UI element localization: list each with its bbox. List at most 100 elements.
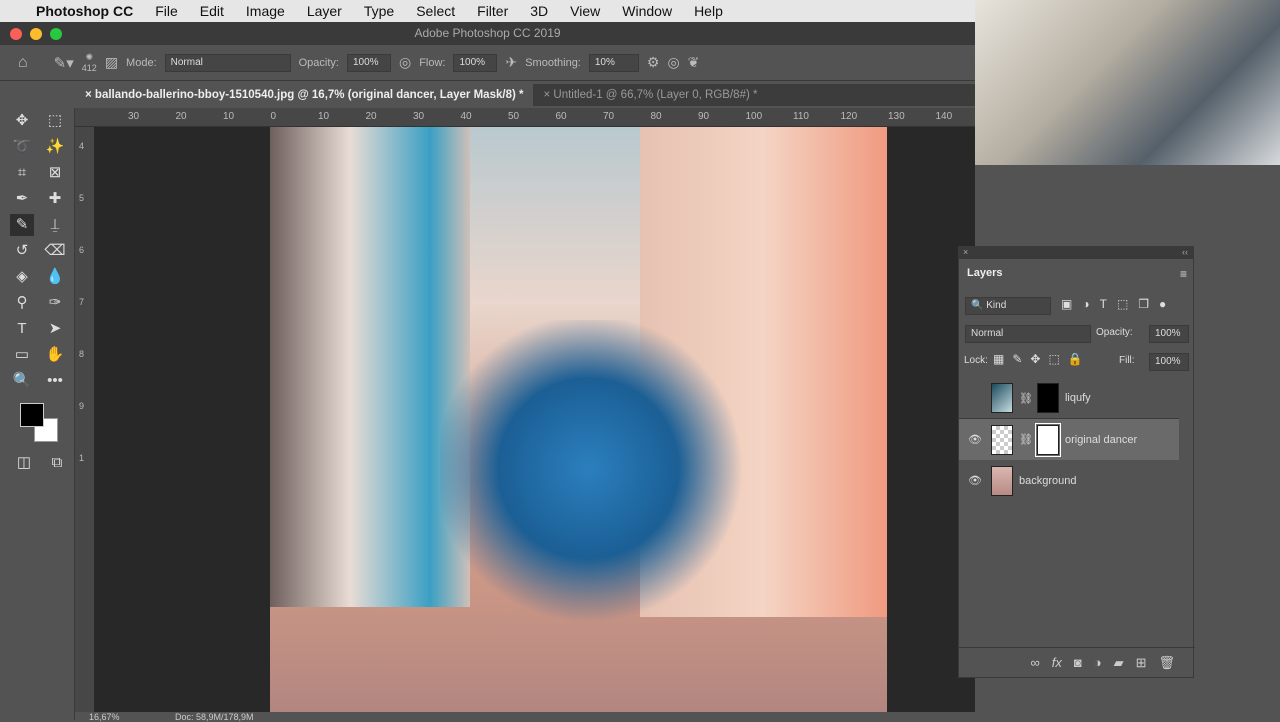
- menu-window[interactable]: Window: [622, 3, 672, 19]
- image-dancer: [440, 320, 770, 650]
- layer-opacity-field[interactable]: 100%: [1149, 325, 1189, 343]
- foreground-color-swatch[interactable]: [20, 403, 44, 427]
- eye-icon[interactable]: 👁: [959, 433, 991, 446]
- menu-image[interactable]: Image: [246, 3, 285, 19]
- mode-select[interactable]: Normal: [164, 53, 291, 72]
- adjustment-layer-icon[interactable]: ◑: [1094, 655, 1102, 670]
- magic-wand-tool-icon[interactable]: ✨: [43, 136, 67, 158]
- fill-field[interactable]: 100%: [1149, 353, 1189, 371]
- trash-icon[interactable]: 🗑: [1158, 655, 1175, 671]
- lock-pixels-icon[interactable]: ✎: [1012, 352, 1030, 366]
- paint-bucket-tool-icon[interactable]: ◈: [10, 266, 34, 288]
- close-tab-icon[interactable]: ×: [543, 89, 553, 101]
- opacity-label: Opacity:: [1096, 327, 1133, 338]
- link-icon[interactable]: ⛓: [1019, 433, 1033, 446]
- link-icon[interactable]: ⛓: [1019, 392, 1033, 405]
- crop-tool-icon[interactable]: ⌗: [10, 162, 34, 184]
- menu-edit[interactable]: Edit: [200, 3, 224, 19]
- minimize-window-button[interactable]: [30, 28, 42, 40]
- smoothing-field[interactable]: 10%: [588, 53, 639, 72]
- healing-brush-tool-icon[interactable]: ✚: [43, 188, 67, 210]
- filter-toggle-icon[interactable]: ●: [1159, 297, 1176, 311]
- collapse-panel-icon[interactable]: ‹‹: [1182, 247, 1188, 257]
- adjustment-filter-icon[interactable]: ◑: [1082, 297, 1099, 311]
- layer-name: liqufy: [1064, 392, 1091, 404]
- menu-3d[interactable]: 3D: [530, 3, 548, 19]
- type-filter-icon[interactable]: T: [1100, 297, 1117, 311]
- menu-app[interactable]: Photoshop CC: [36, 3, 133, 19]
- screen-mode-icon[interactable]: ⧉: [45, 452, 69, 474]
- menu-filter[interactable]: Filter: [477, 3, 508, 19]
- marquee-tool-icon[interactable]: ⬚: [43, 110, 67, 132]
- quick-mask-icon[interactable]: ◫: [12, 452, 36, 474]
- gear-icon[interactable]: ⚙: [647, 54, 660, 71]
- dodge-tool-icon[interactable]: ⚲: [10, 292, 34, 314]
- flow-field[interactable]: 100%: [453, 53, 498, 72]
- airbrush-icon[interactable]: ✈: [505, 54, 517, 71]
- rectangle-tool-icon[interactable]: ▭: [10, 344, 34, 366]
- lock-all-icon[interactable]: 🔒: [1068, 352, 1091, 366]
- menu-layer[interactable]: Layer: [307, 3, 342, 19]
- more-tools-icon[interactable]: •••: [43, 370, 67, 392]
- move-tool-icon[interactable]: ✥: [10, 110, 34, 132]
- close-window-button[interactable]: [10, 28, 22, 40]
- brush-tool-icon[interactable]: ✎▾: [54, 54, 74, 72]
- filter-icons: ▣◑T⬚❐●: [1061, 297, 1176, 311]
- eraser-tool-icon[interactable]: ⌫: [43, 240, 67, 262]
- zoom-window-button[interactable]: [50, 28, 62, 40]
- close-tab-icon[interactable]: ×: [85, 89, 95, 101]
- blur-tool-icon[interactable]: 💧: [43, 266, 67, 288]
- lock-position-icon[interactable]: ✥: [1030, 352, 1048, 366]
- frame-tool-icon[interactable]: ⊠: [43, 162, 67, 184]
- filter-kind-select[interactable]: 🔍 Kind: [965, 297, 1051, 315]
- add-mask-icon[interactable]: ◙: [1074, 655, 1082, 670]
- menu-help[interactable]: Help: [694, 3, 723, 19]
- pen-tool-icon[interactable]: ✑: [43, 292, 67, 314]
- pressure-opacity-icon[interactable]: ◎: [399, 54, 411, 71]
- eye-icon[interactable]: 👁: [959, 474, 991, 487]
- tab-ballando[interactable]: × ballando-ballerino-bboy-1510540.jpg @ …: [75, 84, 534, 106]
- image-filter-icon[interactable]: ▣: [1061, 297, 1082, 311]
- lasso-tool-icon[interactable]: ➰: [10, 136, 34, 158]
- shape-filter-icon[interactable]: ⬚: [1117, 297, 1138, 311]
- symmetry-icon[interactable]: ❦: [688, 54, 700, 71]
- layer-row-background[interactable]: 👁 background: [959, 460, 1179, 501]
- ruler-label: 60: [555, 111, 567, 122]
- zoom-tool-icon[interactable]: 🔍: [10, 370, 34, 392]
- path-select-tool-icon[interactable]: ➤: [43, 318, 67, 340]
- layer-mask-thumbnail[interactable]: [1036, 383, 1059, 413]
- tab-label: ballando-ballerino-bboy-1510540.jpg @ 16…: [94, 89, 524, 101]
- layer-row-liqufy[interactable]: ⛓ liqufy: [959, 378, 1179, 419]
- stamp-tool-icon[interactable]: ⍊: [43, 214, 67, 236]
- history-brush-tool-icon[interactable]: ↺: [10, 240, 34, 262]
- menu-select[interactable]: Select: [416, 3, 455, 19]
- menu-file[interactable]: File: [155, 3, 178, 19]
- layer-row-original-dancer[interactable]: 👁 ⛓ original dancer: [959, 419, 1179, 460]
- smart-object-filter-icon[interactable]: ❐: [1138, 297, 1159, 311]
- vertical-ruler: 4 5 6 7 8 9 1: [75, 127, 94, 712]
- pressure-size-icon[interactable]: ◎: [667, 54, 679, 71]
- layer-mask-thumbnail[interactable]: [1034, 422, 1061, 457]
- tab-untitled-1[interactable]: × Untitled-1 @ 66,7% (Layer 0, RGB/8#) *: [533, 84, 767, 106]
- link-layers-icon[interactable]: ∞: [1030, 655, 1039, 670]
- new-layer-icon[interactable]: ⊞: [1136, 655, 1147, 671]
- eyedropper-tool-icon[interactable]: ✒: [10, 188, 34, 210]
- blend-mode-select[interactable]: Normal: [965, 325, 1091, 343]
- close-panel-icon[interactable]: ×: [963, 247, 968, 257]
- fx-icon[interactable]: fx: [1052, 655, 1062, 670]
- opacity-field[interactable]: 100%: [346, 53, 391, 72]
- lock-artboard-icon[interactable]: ⬚: [1048, 352, 1067, 366]
- brush-preset-picker[interactable]: ✺ 412: [82, 52, 97, 73]
- panel-menu-icon[interactable]: ≡: [1180, 267, 1187, 281]
- folder-icon[interactable]: ▰: [1114, 655, 1124, 671]
- type-tool-icon[interactable]: T: [10, 318, 34, 340]
- zoom-level[interactable]: 16,67%: [89, 712, 120, 722]
- tab-layers[interactable]: Layers: [959, 259, 1009, 287]
- brush-settings-icon[interactable]: ▨: [105, 54, 118, 71]
- lock-transparent-icon[interactable]: ▦: [993, 352, 1012, 366]
- menu-type[interactable]: Type: [364, 3, 394, 19]
- hand-tool-icon[interactable]: ✋: [43, 344, 67, 366]
- brush-tool-icon[interactable]: ✎: [10, 214, 34, 236]
- menu-view[interactable]: View: [570, 3, 600, 19]
- home-icon[interactable]: ⌂: [18, 54, 28, 72]
